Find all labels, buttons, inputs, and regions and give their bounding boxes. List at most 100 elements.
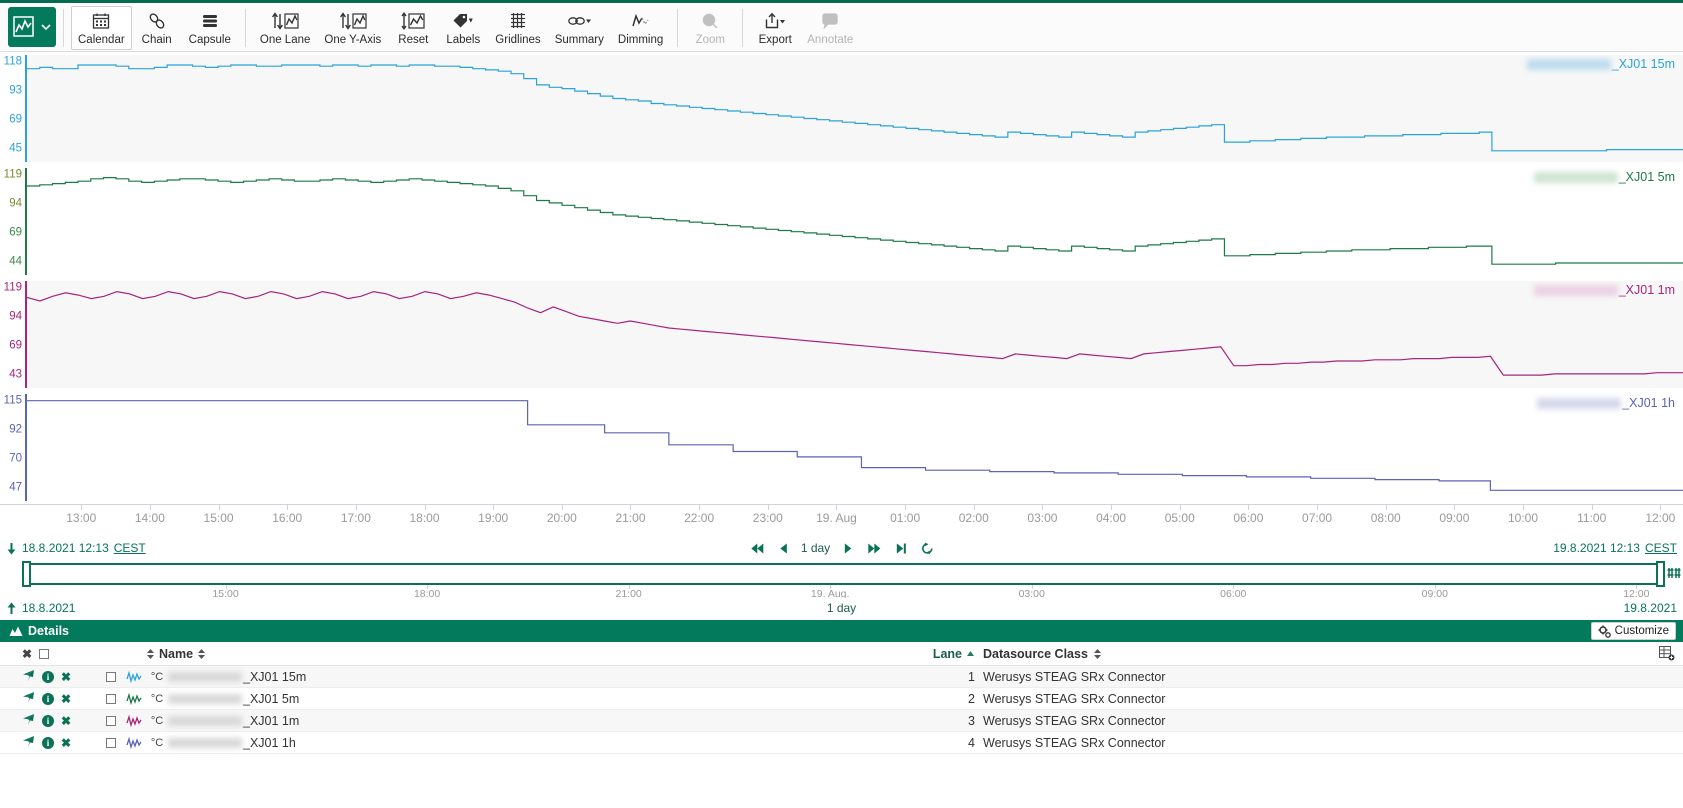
series-label-text: _XJ01 15m bbox=[1611, 57, 1675, 71]
chart-lane-1[interactable]: 118 93 69 45 _XJ01 15m bbox=[0, 52, 1683, 165]
redacted-name bbox=[168, 693, 242, 704]
chart-lane-2[interactable]: 119 94 69 44 _XJ01 5m bbox=[0, 165, 1683, 278]
reset-button[interactable]: Reset bbox=[388, 6, 438, 50]
zoom-button[interactable]: Zoom bbox=[685, 6, 735, 50]
refresh-icon[interactable] bbox=[920, 542, 934, 555]
timeline-overview[interactable]: 15:00 18:00 21:00 19. Aug. 03:00 06:00 09:00 12… bbox=[0, 560, 1683, 600]
chart-logo[interactable] bbox=[8, 7, 56, 47]
step-forward-icon[interactable] bbox=[866, 542, 882, 555]
export-button[interactable]: Export bbox=[750, 6, 800, 50]
time-axis-label: 13:00 bbox=[66, 511, 97, 525]
overview-handle-right[interactable] bbox=[1656, 561, 1665, 587]
time-axis-label: 22:00 bbox=[684, 511, 715, 525]
lane-2-series-label[interactable]: _XJ01 5m bbox=[1533, 170, 1675, 184]
lane-4-plot[interactable] bbox=[27, 394, 1683, 501]
redacted-name bbox=[168, 671, 242, 682]
locate-icon[interactable] bbox=[22, 669, 35, 685]
row-checkbox[interactable] bbox=[106, 715, 116, 726]
remove-icon[interactable]: ✖ bbox=[61, 736, 71, 750]
time-axis-tick bbox=[1317, 505, 1319, 510]
header-name-label: Name bbox=[159, 646, 194, 661]
lane-1-plot[interactable] bbox=[27, 55, 1683, 162]
capsule-button[interactable]: Capsule bbox=[182, 6, 238, 50]
info-icon[interactable]: i bbox=[42, 736, 54, 749]
annotate-button-label: Annotate bbox=[807, 34, 854, 46]
locate-icon[interactable] bbox=[22, 691, 35, 707]
details-table: ✖ Name Lane Datasource Class i ✖ °C _XJ0… bbox=[0, 642, 1683, 754]
info-icon[interactable]: i bbox=[42, 714, 54, 727]
chain-button[interactable]: Chain bbox=[132, 6, 182, 50]
time-axis-label: 01:00 bbox=[890, 511, 921, 525]
skip-back-icon[interactable] bbox=[749, 542, 765, 555]
info-icon[interactable]: i bbox=[42, 670, 54, 683]
summary-button[interactable]: Summary bbox=[548, 6, 611, 50]
sort-datasource-icon[interactable] bbox=[1093, 648, 1102, 660]
time-axis-label: 19:00 bbox=[478, 511, 509, 525]
lane-3-series-label[interactable]: _XJ01 1m bbox=[1533, 283, 1675, 297]
table-row[interactable]: i ✖ °C _XJ01 1h 4 Werusys STEAG SRx Connector bbox=[0, 732, 1683, 754]
column-settings-icon[interactable] bbox=[1659, 646, 1675, 664]
locate-icon[interactable] bbox=[22, 713, 35, 729]
calendar-button[interactable]: Calendar bbox=[71, 6, 132, 50]
row-checkbox[interactable] bbox=[106, 671, 116, 682]
row-datasource-class: Werusys STEAG SRx Connector bbox=[983, 713, 1166, 728]
one-lane-button-label: One Lane bbox=[259, 34, 311, 46]
time-axis-tick bbox=[561, 505, 563, 510]
remove-icon[interactable]: ✖ bbox=[61, 714, 71, 728]
lane-3-plot[interactable] bbox=[27, 281, 1683, 388]
overview-resize-grip[interactable] bbox=[1665, 564, 1683, 582]
capsule-button-label: Capsule bbox=[188, 34, 231, 46]
y-tick: 47 bbox=[9, 481, 22, 494]
remove-icon[interactable]: ✖ bbox=[61, 670, 71, 684]
table-row[interactable]: i ✖ °C _XJ01 5m 2 Werusys STEAG SRx Connector bbox=[0, 688, 1683, 710]
select-all-checkbox[interactable] bbox=[39, 648, 50, 659]
sort-name-icon[interactable] bbox=[197, 648, 206, 660]
play-icon[interactable] bbox=[843, 542, 853, 555]
sort-left-icon[interactable] bbox=[146, 648, 155, 660]
row-checkbox[interactable] bbox=[106, 693, 116, 704]
overview-end-date-text: 19.8.2021 bbox=[1623, 601, 1677, 615]
overview-handle-left[interactable] bbox=[22, 561, 31, 587]
chart-lane-4[interactable]: 115 92 70 47 _XJ01 1h bbox=[0, 391, 1683, 504]
range-duration-label[interactable]: 1 day bbox=[801, 541, 830, 555]
header-name-cell[interactable]: Name bbox=[146, 647, 865, 661]
skip-forward-icon[interactable] bbox=[895, 542, 907, 555]
header-datasource-cell[interactable]: Datasource Class bbox=[983, 647, 1683, 661]
y-tick: 45 bbox=[9, 142, 22, 155]
lane-2-plot[interactable] bbox=[27, 168, 1683, 275]
one-y-axis-button[interactable]: One Y-Axis bbox=[317, 6, 388, 50]
labels-button[interactable]: Labels bbox=[438, 6, 488, 50]
table-row[interactable]: i ✖ °C _XJ01 1m 3 Werusys STEAG SRx Connector bbox=[0, 710, 1683, 732]
overview-selection-track[interactable] bbox=[22, 563, 1665, 585]
range-end-timezone[interactable]: CEST bbox=[1645, 541, 1677, 555]
row-checkbox[interactable] bbox=[106, 737, 116, 748]
info-icon[interactable]: i bbox=[42, 692, 54, 705]
time-axis[interactable]: 13:00 14:00 15:00 16:00 17:00 18:00 19:00 20:00… bbox=[0, 504, 1683, 536]
time-axis-label: 17:00 bbox=[340, 511, 371, 525]
one-lane-button[interactable]: One Lane bbox=[253, 6, 318, 50]
step-back-icon[interactable] bbox=[778, 542, 788, 555]
time-axis-tick bbox=[1248, 505, 1250, 510]
row-checkbox-cell bbox=[100, 693, 122, 704]
sort-lane-asc-icon[interactable] bbox=[966, 647, 975, 661]
customize-button[interactable]: Customize bbox=[1590, 622, 1676, 640]
zoom-icon bbox=[701, 10, 719, 32]
header-lane-label: Lane bbox=[932, 646, 962, 661]
header-lane-cell[interactable]: Lane bbox=[865, 647, 983, 661]
chart-lanes: 118 93 69 45 _XJ01 15m 119 94 69 44 _XJ0… bbox=[0, 52, 1683, 504]
chart-lane-3[interactable]: 119 94 69 43 _XJ01 1m bbox=[0, 278, 1683, 391]
remove-icon[interactable]: ✖ bbox=[61, 692, 71, 706]
time-axis-tick bbox=[81, 505, 83, 510]
dimming-button[interactable]: Dimming bbox=[611, 6, 670, 50]
lane-1-series-label[interactable]: _XJ01 15m bbox=[1526, 57, 1675, 71]
clear-all-icon[interactable]: ✖ bbox=[22, 647, 32, 661]
toolbar-divider-3 bbox=[677, 9, 679, 47]
gridlines-button[interactable]: Gridlines bbox=[488, 6, 547, 50]
locate-icon[interactable] bbox=[22, 735, 35, 751]
range-start-timezone[interactable]: CEST bbox=[114, 541, 146, 555]
time-axis-tick bbox=[1179, 505, 1181, 510]
lane-4-series-label[interactable]: _XJ01 1h bbox=[1537, 396, 1675, 410]
table-row[interactable]: i ✖ °C _XJ01 15m 1 Werusys STEAG SRx Connecto… bbox=[0, 666, 1683, 688]
row-name-suffix: _XJ01 5m bbox=[243, 691, 300, 706]
annotate-button[interactable]: Annotate bbox=[800, 6, 860, 50]
